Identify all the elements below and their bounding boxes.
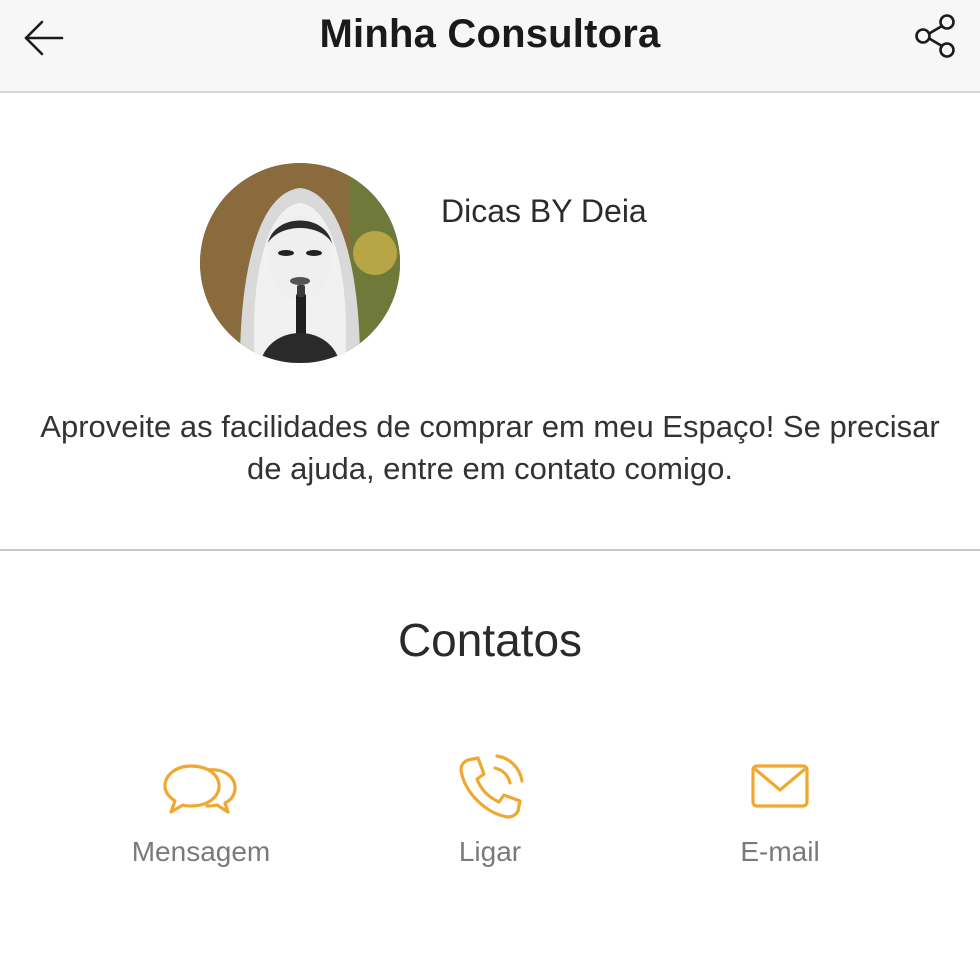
share-icon [915,14,955,58]
message-button[interactable]: Mensagem [81,748,321,868]
page-title: Minha Consultora [319,12,661,56]
call-button[interactable]: Ligar [370,748,610,868]
envelope-icon [751,764,809,808]
call-label: Ligar [458,836,522,867]
share-button[interactable] [910,10,962,62]
contacts-title: Contatos [397,614,583,666]
avatar [200,163,400,363]
chat-bubbles-icon [163,764,237,814]
consultant-bio: Aproveite as facilidades de comprar em m… [40,409,940,486]
app-header: Minha Consultora [0,0,980,93]
email-button[interactable]: E-mail [660,748,900,868]
phone-icon [459,754,524,819]
message-label: Mensagem [131,836,271,867]
email-label: E-mail [740,836,820,867]
consultant-profile: Dicas BY Deia Aproveite as facilidades d… [0,93,980,551]
consultant-name: Dicas BY Deia [441,193,647,229]
